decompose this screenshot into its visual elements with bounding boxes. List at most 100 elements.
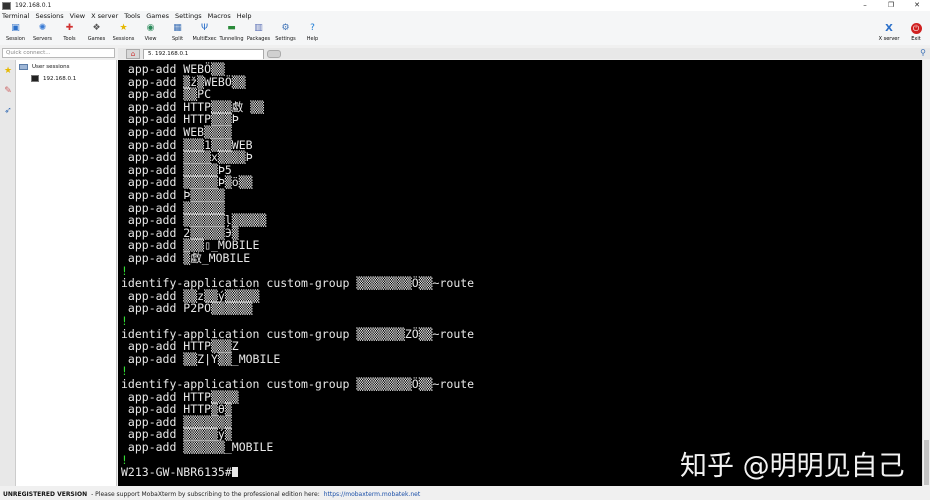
- toolbar-label: Packages: [246, 36, 271, 42]
- folder-icon: [19, 64, 28, 70]
- zhihu-watermark: 知乎 @明明见自己: [680, 451, 905, 482]
- scrollbar-thumb[interactable]: [924, 440, 929, 485]
- menu-settings[interactable]: Settings: [175, 12, 202, 20]
- gear-icon: ⚙: [281, 23, 290, 33]
- toolbar-label: Settings: [275, 36, 296, 42]
- menu-games[interactable]: Games: [146, 12, 169, 20]
- terminal-line: app-add HTTP▒▒▒Z: [121, 340, 239, 352]
- toolbar-label: Tunneling: [219, 36, 244, 42]
- menu-view[interactable]: View: [70, 12, 85, 20]
- multiexec-button[interactable]: Ψ MultiExec: [191, 21, 218, 45]
- terminal-line: app-add HTTP▒▒▒▒: [121, 391, 239, 403]
- tools-icon: ✚: [65, 23, 74, 33]
- terminal-line: app-add ▒▒▒▒▒▒_MOBILE: [121, 441, 273, 453]
- games-button[interactable]: ❖ Games: [83, 21, 110, 45]
- session-item[interactable]: 192.168.0.1: [31, 75, 76, 82]
- maximize-button[interactable]: ❐: [878, 0, 904, 11]
- window-title: 192.168.0.1: [15, 2, 52, 9]
- menu-terminal[interactable]: Terminal: [2, 12, 29, 20]
- session-item-label: 192.168.0.1: [43, 75, 77, 82]
- terminal-line: app-add ▒▒▒▒▒▒: [121, 202, 225, 214]
- terminal-line: app-add P2PÖ▒▒▒▒▒▒: [121, 302, 253, 314]
- terminal-scrollbar[interactable]: [922, 60, 930, 486]
- new-tab-button[interactable]: [267, 50, 281, 58]
- exit-label: Exit: [911, 36, 921, 42]
- session-tab[interactable]: 5. 192.168.0.1: [143, 49, 264, 59]
- menu-tools[interactable]: Tools: [124, 12, 140, 20]
- macros-icon[interactable]: ➶: [2, 104, 14, 118]
- toolbar-label: View: [144, 36, 157, 42]
- ssh-session-icon: [31, 75, 39, 82]
- user-sessions-folder[interactable]: User sessions: [19, 64, 70, 70]
- x-server-icon: X: [885, 23, 893, 34]
- config-separator: !: [121, 365, 128, 377]
- packages-icon: ▥: [254, 23, 263, 33]
- terminal-line: app-add Þ▒▒▒▒▒: [121, 189, 225, 201]
- support-message: - Please support MobaXterm by subscribin…: [91, 490, 320, 498]
- tunneling-icon: ▬: [227, 23, 236, 33]
- toolbar-label: Split: [171, 36, 184, 42]
- sessions-star-icon[interactable]: ★: [2, 64, 14, 78]
- mobaxterm-app-icon: [2, 1, 11, 10]
- session-tab-label: 5. 192.168.0.1: [148, 51, 189, 57]
- close-button[interactable]: ✕: [904, 0, 930, 11]
- user-sessions-label: User sessions: [32, 64, 70, 70]
- main-toolbar: ▣ Session ✺ Servers ✚ Tools ❖ Games ★ Sessions ◉ Vi…: [0, 21, 930, 45]
- mobaxterm-link[interactable]: https://mobaxterm.mobatek.net: [324, 491, 421, 498]
- menu-help[interactable]: Help: [237, 12, 252, 20]
- tunneling-button[interactable]: ▬ Tunneling: [218, 21, 245, 45]
- session-tree: User sessions 192.168.0.1: [16, 60, 117, 486]
- session-icon: ▣: [11, 23, 20, 33]
- star-icon: ★: [119, 23, 128, 33]
- terminal-line: app-add ▒䲣_MOBILE: [121, 252, 250, 264]
- terminal-line-text: W213-GW-NBR6135#: [121, 465, 232, 480]
- terminal-line: app-add HTTP▒θ▒: [121, 403, 232, 415]
- servers-button[interactable]: ✺ Servers: [29, 21, 56, 45]
- terminal-line: app-add ▒▒▒▒▒Þ5: [121, 164, 232, 176]
- settings-button[interactable]: ⚙ Settings: [272, 21, 299, 45]
- packages-button[interactable]: ▥ Packages: [245, 21, 272, 45]
- exit-button[interactable]: ⏻ Exit: [906, 21, 926, 45]
- minimize-button[interactable]: –: [852, 0, 878, 11]
- attach-icon[interactable]: ⚲: [920, 48, 926, 57]
- terminal-line: app-add ▒▒▒1▒▒▒WEB: [121, 139, 253, 151]
- toolbar-label: Sessions: [112, 36, 135, 42]
- help-button[interactable]: ? Help: [299, 21, 326, 45]
- split-button[interactable]: ▦ Split: [164, 21, 191, 45]
- sidebar-strip: ★ ✎ ➶: [0, 60, 16, 486]
- toolbar-label: Servers: [32, 36, 52, 42]
- x-server-button[interactable]: X X server: [875, 21, 903, 45]
- terminal-line: app-add WEBÖ▒▒: [121, 63, 225, 75]
- session-button[interactable]: ▣ Session: [2, 21, 29, 45]
- quick-connect-input[interactable]: Quick connect...: [2, 48, 115, 58]
- menu-sessions[interactable]: Sessions: [35, 12, 63, 20]
- terminal-pane[interactable]: 知乎 @明明见自己 app-add WEBÖ▒▒ app-add ▒ž▒WEBÖ…: [118, 60, 922, 486]
- toolbar-label: MultiExec: [192, 36, 217, 42]
- terminal-line: app-add HTTP▒▒▒Þ: [121, 113, 239, 125]
- terminal-line: app-add ▒▒▒▒▒▒ļ▒▒▒▒▒: [121, 214, 266, 226]
- help-icon: ?: [310, 23, 315, 33]
- terminal-line: identify-application custom-group ▒▒▒▒▒▒…: [121, 378, 474, 390]
- terminal-line: W213-GW-NBR6135#: [121, 466, 238, 478]
- menu-macros[interactable]: Macros: [208, 12, 231, 20]
- menu-bar: Terminal Sessions View X server Tools Ga…: [0, 11, 930, 21]
- status-bar: UNREGISTERED VERSION - Please support Mo…: [0, 488, 930, 500]
- view-button[interactable]: ◉ View: [137, 21, 164, 45]
- home-tab[interactable]: ⌂: [126, 49, 140, 59]
- tools-button[interactable]: ✚ Tools: [56, 21, 83, 45]
- config-separator: !: [121, 315, 128, 327]
- terminal-line-text: app-add ▒䲣_MOBILE: [121, 251, 251, 265]
- terminal-line: app-add 2▒▒▒▒▒Э▒: [121, 227, 239, 239]
- window-controls: – ❐ ✕: [852, 0, 930, 11]
- tools-icon[interactable]: ✎: [2, 84, 14, 98]
- sessions-button[interactable]: ★ Sessions: [110, 21, 137, 45]
- games-icon: ❖: [92, 23, 101, 33]
- terminal-cursor: [231, 467, 238, 478]
- menu-x-server[interactable]: X server: [91, 12, 118, 20]
- terminal-line: app-add WEB▒▒▒▒: [121, 126, 232, 138]
- toolbar-label: Games: [87, 36, 106, 42]
- terminal-line: app-add ▒▒PC: [121, 88, 211, 100]
- terminal-line: app-add ▒▒▒▒▒Þ▒ö▒▒: [121, 176, 253, 188]
- multiexec-icon: Ψ: [200, 23, 209, 33]
- home-icon: ⌂: [130, 50, 136, 58]
